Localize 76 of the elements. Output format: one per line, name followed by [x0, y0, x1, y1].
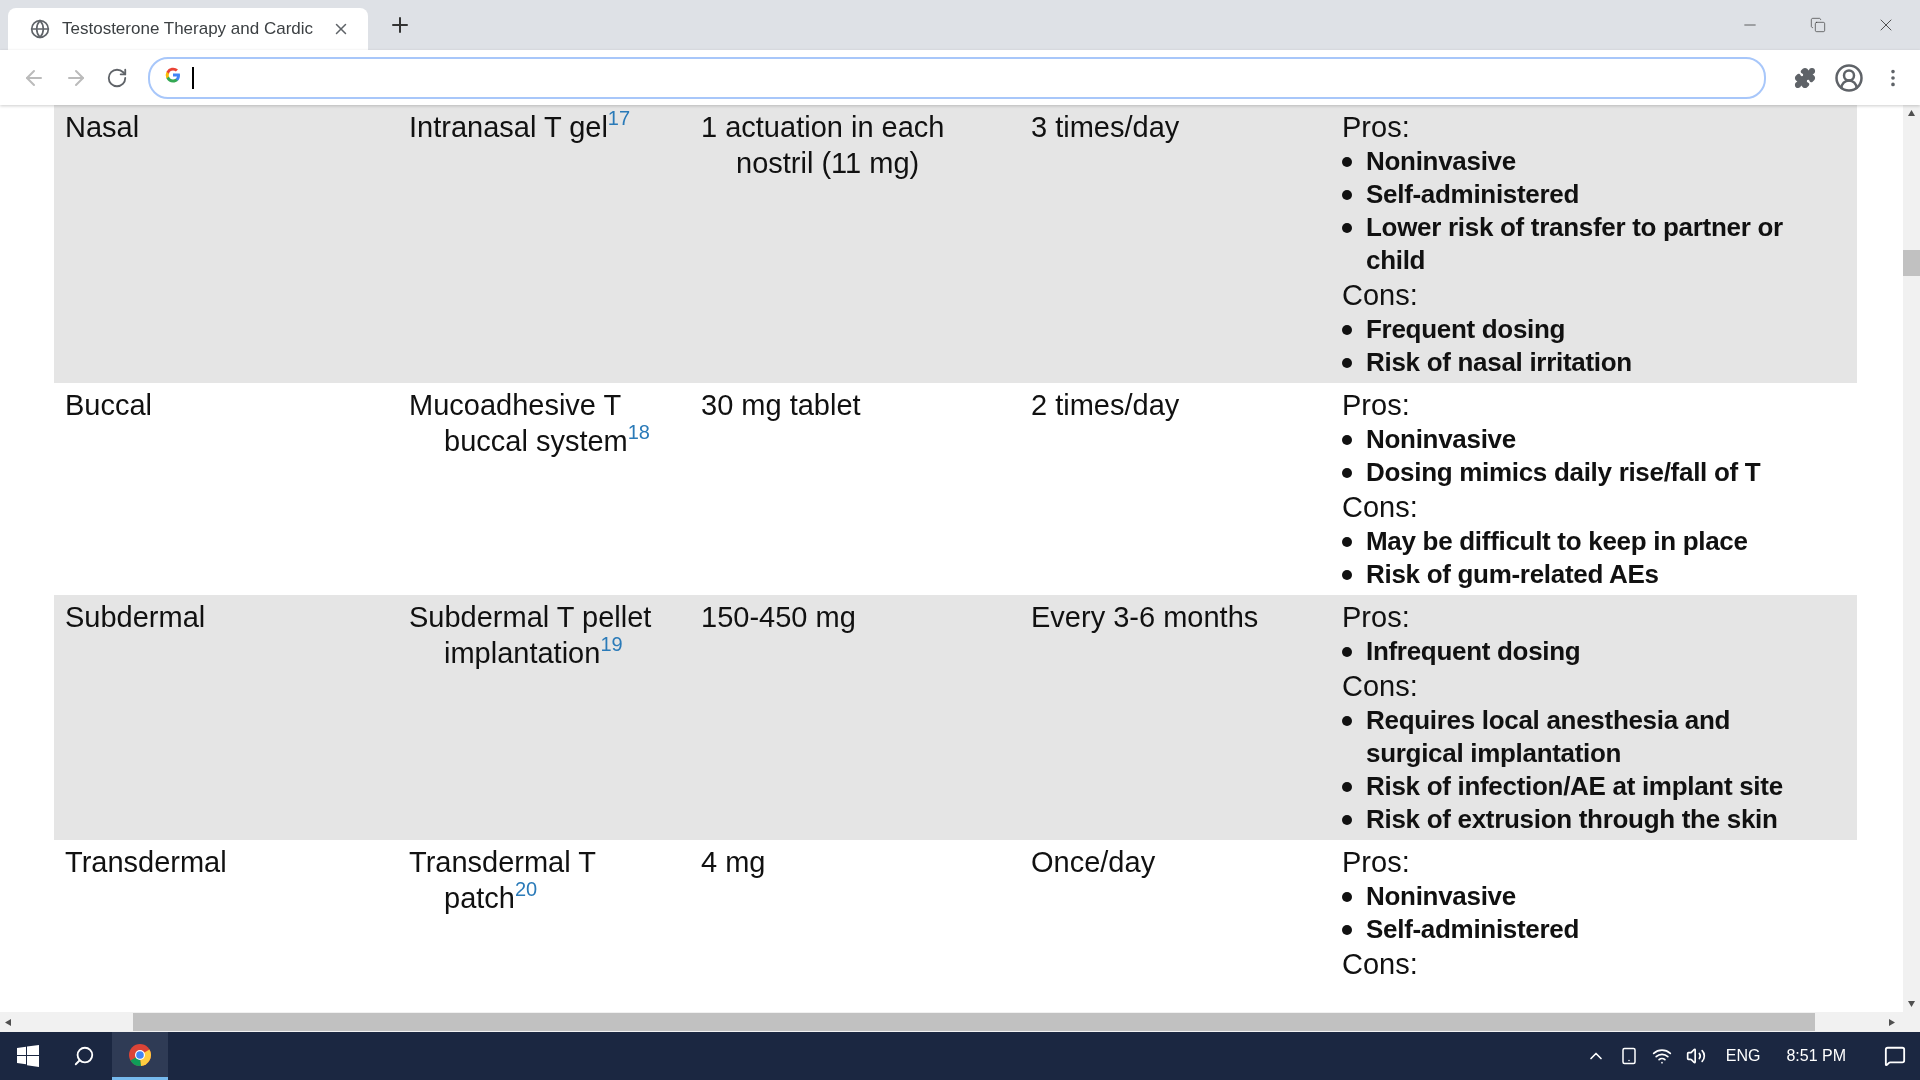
pros-label: Pros:	[1342, 600, 1411, 635]
product-cell-text: Mucoadhesive T buccal system$^{18}$	[408, 388, 651, 459]
product-cell-text: Subdermal T pellet implantation$^{19}$	[408, 600, 653, 671]
dose-cell-text: 4 mg	[700, 845, 767, 880]
dose-cell-text: 30 mg tablet	[700, 388, 862, 423]
notifications-icon[interactable]	[1884, 1045, 1906, 1067]
browser-tab[interactable]: Testosterone Therapy and Cardic	[8, 8, 368, 50]
route-cell-text: Nasal	[64, 110, 141, 145]
bullet-icon	[1342, 647, 1352, 657]
search-icon[interactable]	[73, 1045, 95, 1067]
route-cell-text: Buccal	[64, 388, 154, 423]
scroll-left-icon[interactable]	[4, 1017, 13, 1027]
device-icon[interactable]	[1619, 1047, 1638, 1065]
bullet-icon	[1342, 435, 1352, 445]
cons-label: Cons:	[1342, 947, 1419, 982]
restore-icon[interactable]	[1810, 17, 1826, 33]
bullet-icon	[1342, 925, 1352, 935]
pros-label: Pros:	[1342, 388, 1411, 423]
scrollbar-thumb[interactable]	[1903, 250, 1920, 276]
frequency-cell-text: 3 times/day	[1030, 110, 1181, 145]
bullet-icon	[1342, 325, 1352, 335]
bullet-icon	[1342, 782, 1352, 792]
pros-label: Pros:	[1342, 845, 1411, 880]
scrollbar-thumb[interactable]	[133, 1013, 1815, 1031]
scroll-down-icon[interactable]	[1907, 999, 1916, 1008]
bullet-icon	[1342, 157, 1352, 167]
route-cell-text: Transdermal	[64, 845, 228, 880]
list-item: Noninvasive	[1366, 880, 1516, 913]
list-item: Frequent dosing	[1366, 313, 1566, 346]
bullet-icon	[1342, 190, 1352, 200]
bullet-icon	[1342, 468, 1352, 478]
dose-cell-text: 150-450 mg	[700, 600, 857, 635]
bullet-icon	[1342, 570, 1352, 580]
list-item: Infrequent dosing	[1366, 635, 1581, 668]
cons-label: Cons:	[1342, 278, 1419, 313]
bullet-icon	[1342, 223, 1352, 233]
bullet-icon	[1342, 716, 1352, 726]
frequency-cell-text: Every 3-6 months	[1030, 600, 1260, 635]
product-cell-text: Intranasal T gel$^{17}$	[408, 109, 632, 145]
cons-label: Cons:	[1342, 669, 1419, 704]
list-item: Lower risk of transfer to partner or child	[1366, 211, 1784, 277]
list-item: Risk of infection/AE at implant site	[1366, 770, 1783, 803]
bullet-icon	[1342, 892, 1352, 902]
horizontal-scrollbar[interactable]	[0, 1012, 1920, 1032]
list-item: Self-administered	[1366, 178, 1580, 211]
bullet-icon	[1342, 358, 1352, 368]
list-item: Self-administered	[1366, 913, 1580, 946]
list-item: Risk of nasal irritation	[1366, 346, 1632, 379]
bullet-icon	[1342, 537, 1352, 547]
clock[interactable]: 8:51 PM	[1780, 1047, 1852, 1065]
vertical-scrollbar[interactable]	[1903, 105, 1920, 1012]
bullet-icon	[1342, 815, 1352, 825]
browser-logo-icon[interactable]	[128, 1042, 152, 1067]
product-cell-text: Transdermal T patch$^{20}$	[408, 845, 597, 916]
list-item: Noninvasive	[1366, 145, 1516, 178]
list-item: Requires local anesthesia and surgical implantation	[1366, 704, 1732, 770]
volume-icon[interactable]	[1685, 1046, 1706, 1066]
tab-title: Testosterone Therapy and Cardic	[62, 19, 315, 39]
browser-taskbar-button[interactable]	[112, 1032, 168, 1080]
route-cell-text: Subdermal	[64, 600, 207, 635]
frequency-cell-text: 2 times/day	[1030, 388, 1181, 423]
windows-logo-icon[interactable]	[17, 1045, 39, 1067]
network-icon[interactable]	[1651, 1046, 1672, 1066]
globe-icon	[30, 19, 50, 39]
list-item: May be difficult to keep in place	[1366, 525, 1748, 558]
pros-label: Pros:	[1342, 110, 1411, 145]
frequency-cell-text: Once/day	[1030, 845, 1157, 880]
list-item: Noninvasive	[1366, 423, 1516, 456]
scroll-right-icon[interactable]	[1887, 1017, 1896, 1027]
scroll-up-icon[interactable]	[1907, 109, 1916, 118]
dose-cell-text: 1 actuation in each nostril (11 mg)	[700, 110, 946, 181]
language-indicator[interactable]: ENG	[1719, 1047, 1767, 1065]
list-item: Risk of extrusion through the skin	[1366, 803, 1778, 836]
cons-label: Cons:	[1342, 490, 1419, 525]
list-item: Risk of gum-related AEs	[1366, 558, 1659, 591]
list-item: Dosing mimics daily rise/fall of T	[1366, 456, 1761, 489]
